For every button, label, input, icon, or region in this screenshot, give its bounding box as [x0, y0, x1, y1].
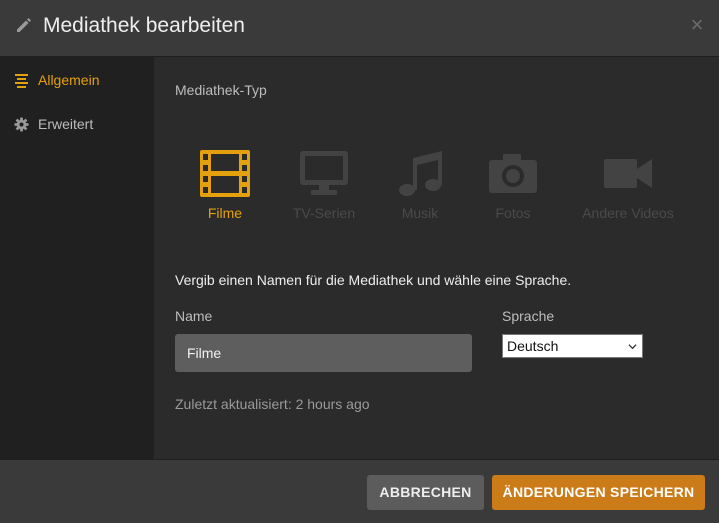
type-filme[interactable]: Filme — [192, 150, 258, 230]
cancel-button[interactable]: ABBRECHEN — [367, 475, 484, 510]
type-label: Fotos — [495, 205, 531, 221]
list-icon — [15, 74, 28, 88]
sidebar-item-label: Erweitert — [38, 116, 94, 132]
type-label: Filme — [207, 205, 243, 221]
language-label: Sprache — [502, 308, 555, 324]
name-language-hint: Vergib einen Namen für die Mediathek und… — [175, 272, 572, 288]
sidebar-item-erweitert[interactable]: Erweitert — [0, 103, 154, 143]
library-type-label: Mediathek-Typ — [175, 82, 267, 98]
sidebar: Allgemein Erweitert — [0, 57, 154, 459]
name-input[interactable] — [175, 334, 472, 372]
video-camera-icon — [604, 159, 652, 188]
camera-icon — [489, 154, 537, 193]
film-icon — [200, 150, 250, 197]
type-label: Andere Videos — [582, 205, 674, 221]
dialog-title: Mediathek bearbeiten — [43, 14, 245, 37]
name-label: Name — [175, 308, 213, 324]
sidebar-item-allgemein[interactable]: Allgemein — [0, 59, 154, 99]
type-label: Musik — [401, 205, 439, 221]
type-label: TV-Serien — [292, 205, 356, 221]
type-musik[interactable]: Musik — [392, 150, 448, 230]
type-andere-videos[interactable]: Andere Videos — [578, 150, 678, 230]
close-icon[interactable]: × — [687, 13, 707, 37]
chevron-down-icon — [628, 344, 637, 350]
language-select[interactable]: Deutsch — [502, 334, 643, 358]
language-select-value: Deutsch — [507, 338, 559, 354]
tv-icon — [300, 151, 348, 195]
type-tv-serien[interactable]: TV-Serien — [286, 150, 362, 230]
pencil-icon — [17, 18, 31, 32]
last-updated-text: Zuletzt aktualisiert: 2 hours ago — [175, 396, 370, 412]
save-changes-button[interactable]: ÄNDERUNGEN SPEICHERN — [492, 475, 705, 510]
sidebar-item-label: Allgemein — [38, 72, 100, 88]
gear-icon — [14, 117, 29, 132]
main-panel: Mediathek-Typ Filme TV-Serien Musik Foto… — [154, 57, 719, 459]
dialog-footer: ABBRECHEN ÄNDERUNGEN SPEICHERN — [0, 459, 719, 523]
type-fotos[interactable]: Fotos — [486, 150, 540, 230]
music-icon — [399, 151, 442, 196]
dialog-header: Mediathek bearbeiten × — [0, 0, 719, 57]
